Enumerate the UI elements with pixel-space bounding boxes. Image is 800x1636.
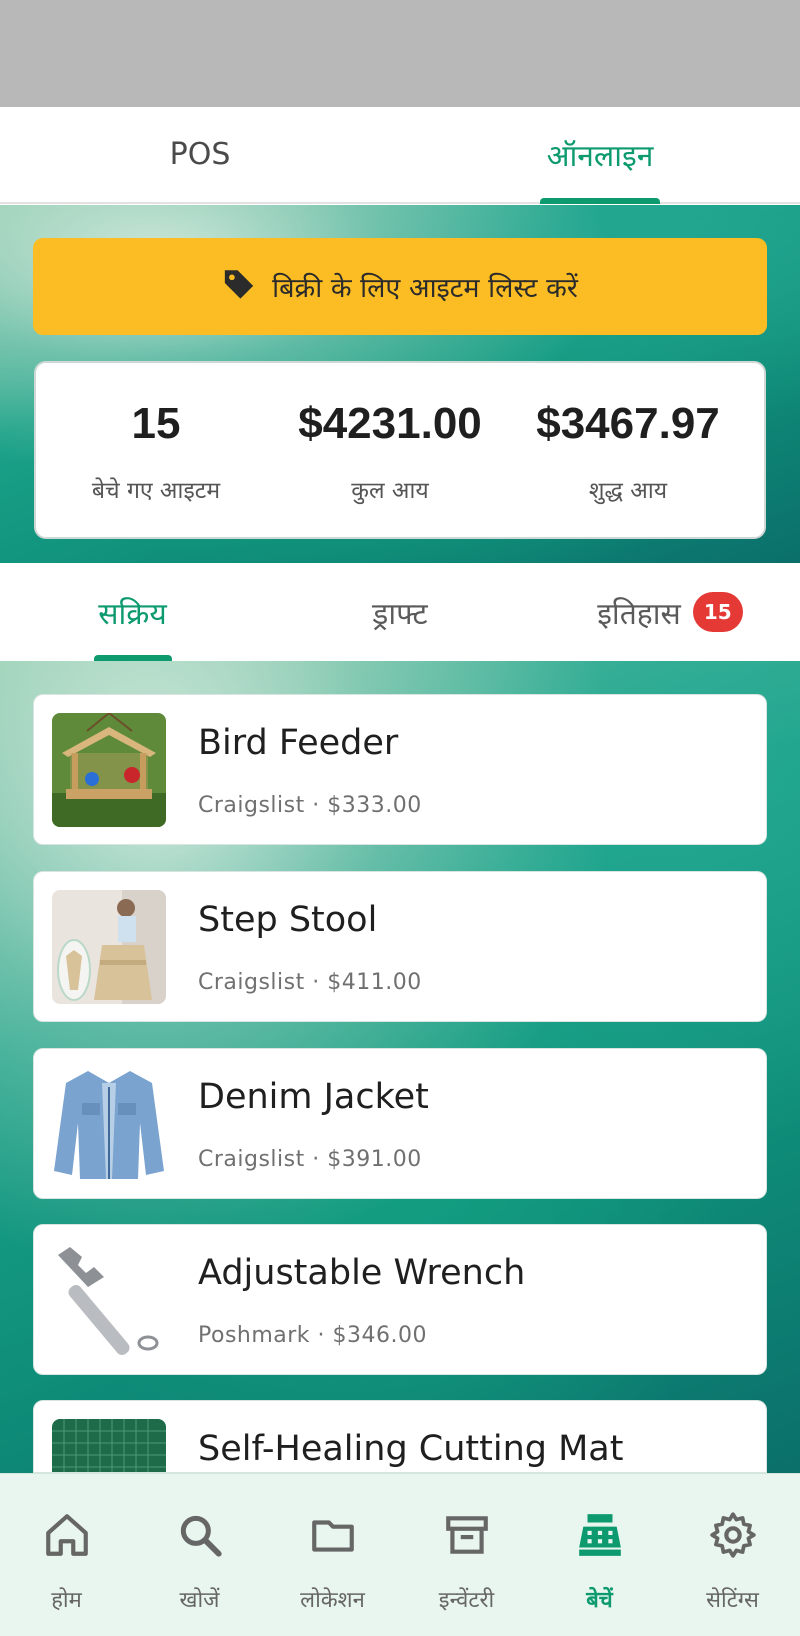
listing-title: Denim Jacket xyxy=(198,1077,429,1117)
listing-title: Self-Healing Cutting Mat xyxy=(198,1429,624,1469)
folder-icon xyxy=(308,1510,358,1560)
listing-platform-price: Craigslist · $391.00 xyxy=(198,1147,422,1172)
listing-card-step-stool[interactable]: Step Stool Craigslist · $411.00 xyxy=(33,871,767,1022)
tab-drafts-label: ड्राफ्ट xyxy=(372,596,428,632)
listing-title: Adjustable Wrench xyxy=(198,1253,526,1293)
bird-feeder-thumbnail xyxy=(52,713,166,827)
tab-history[interactable]: इतिहास 15 xyxy=(570,563,770,661)
stat-net-revenue: $3467.97 शुद्ध आय xyxy=(514,363,742,541)
tag-icon xyxy=(222,266,256,307)
nav-sell-label: बेचें xyxy=(586,1588,613,1613)
stat-net-revenue-value: $3467.97 xyxy=(536,399,720,448)
top-tab-bar: POS ऑनलाइन xyxy=(0,107,800,204)
status-bar xyxy=(0,0,800,107)
listing-card-bird-feeder[interactable]: Bird Feeder Craigslist · $333.00 xyxy=(33,694,767,845)
nav-locations-label: लोकेशन xyxy=(300,1588,365,1613)
stat-total-revenue-value: $4231.00 xyxy=(298,399,482,448)
tab-active-label: सक्रिय xyxy=(98,596,167,632)
nav-sell[interactable]: बेचें xyxy=(533,1474,666,1636)
search-icon xyxy=(175,1510,225,1560)
cutting-mat-thumbnail xyxy=(52,1419,166,1472)
stat-items-sold: 15 बेचे गए आइटम xyxy=(56,363,256,541)
stat-net-revenue-label: शुद्ध आय xyxy=(588,478,668,504)
listing-platform-price: Poshmark · $346.00 xyxy=(198,1323,427,1348)
tab-pos-label: POS xyxy=(169,137,231,172)
listing-card-cutting-mat[interactable]: Self-Healing Cutting Mat xyxy=(33,1400,767,1473)
archive-box-icon xyxy=(442,1510,492,1560)
nav-home-label: होम xyxy=(51,1588,82,1613)
tab-drafts[interactable]: ड्राफ्ट xyxy=(330,563,470,661)
tab-online[interactable]: ऑनलाइन xyxy=(400,107,800,204)
nav-search[interactable]: खोजें xyxy=(133,1474,266,1636)
step-stool-thumbnail xyxy=(52,890,166,1004)
bottom-navigation: होम खोजें लोकेशन इन्वेंटरी बेचें सेटिंग्… xyxy=(0,1473,800,1636)
cash-register-icon xyxy=(575,1510,625,1560)
list-item-for-sale-label: बिक्री के लिए आइटम लिस्ट करें xyxy=(272,273,578,304)
listing-platform-price: Craigslist · $411.00 xyxy=(198,970,422,995)
home-icon xyxy=(42,1510,92,1560)
tab-online-indicator xyxy=(540,198,660,204)
nav-locations[interactable]: लोकेशन xyxy=(266,1474,399,1636)
nav-settings[interactable]: सेटिंग्स xyxy=(666,1474,799,1636)
sales-stats-card: 15 बेचे गए आइटम $4231.00 कुल आय $3467.97… xyxy=(34,361,766,539)
stat-total-revenue-label: कुल आय xyxy=(351,478,429,504)
nav-home[interactable]: होम xyxy=(0,1474,133,1636)
tab-pos[interactable]: POS xyxy=(0,107,400,202)
listing-card-adjustable-wrench[interactable]: Adjustable Wrench Poshmark · $346.00 xyxy=(33,1224,767,1375)
stat-items-sold-label: बेचे गए आइटम xyxy=(91,478,221,504)
stat-total-revenue: $4231.00 कुल आय xyxy=(276,363,504,541)
nav-settings-label: सेटिंग्स xyxy=(706,1588,759,1613)
wrench-thumbnail xyxy=(52,1243,166,1357)
history-count-badge: 15 xyxy=(692,592,743,632)
listing-title: Bird Feeder xyxy=(198,723,399,763)
tab-history-label: इतिहास xyxy=(597,596,681,632)
tab-active[interactable]: सक्रिय xyxy=(60,563,205,661)
denim-jacket-thumbnail xyxy=(52,1067,166,1181)
nav-inventory[interactable]: इन्वेंटरी xyxy=(400,1474,533,1636)
stat-items-sold-value: 15 xyxy=(131,399,181,448)
listing-title: Step Stool xyxy=(198,900,378,940)
listing-card-denim-jacket[interactable]: Denim Jacket Craigslist · $391.00 xyxy=(33,1048,767,1199)
tab-online-label: ऑनलाइन xyxy=(546,139,654,174)
nav-inventory-label: इन्वेंटरी xyxy=(438,1588,495,1613)
list-item-for-sale-button[interactable]: बिक्री के लिए आइटम लिस्ट करें xyxy=(33,238,767,335)
gear-icon xyxy=(708,1510,758,1560)
listing-platform-price: Craigslist · $333.00 xyxy=(198,793,422,818)
nav-search-label: खोजें xyxy=(179,1588,220,1613)
listing-tab-bar: सक्रिय ड्राफ्ट इतिहास 15 xyxy=(0,563,800,661)
